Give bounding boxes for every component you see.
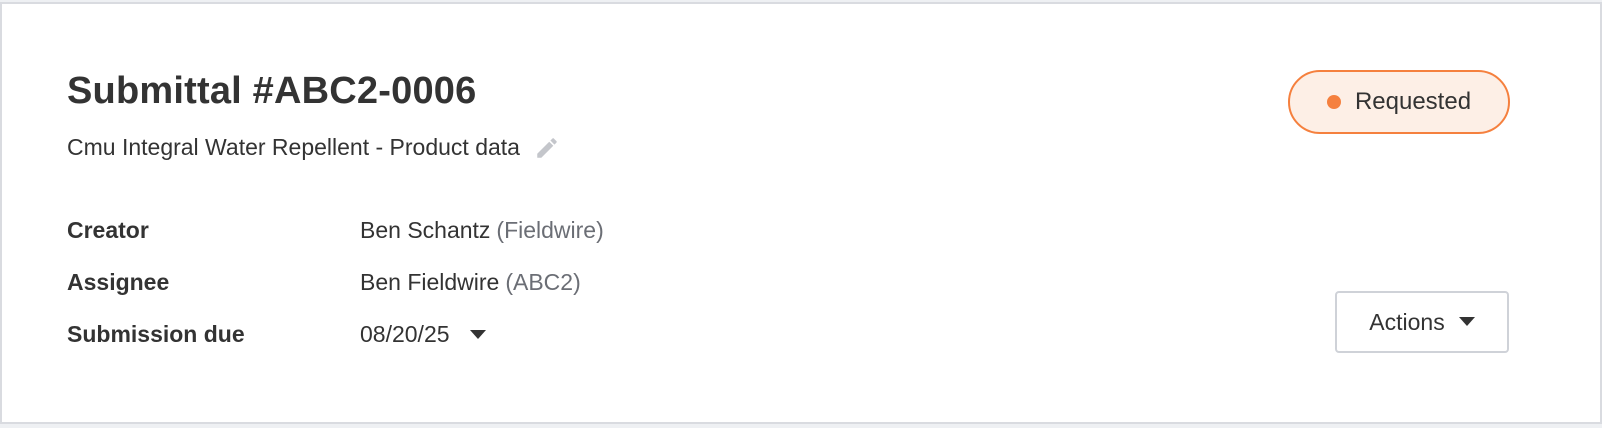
actions-label: Actions <box>1369 308 1445 335</box>
creator-name: Ben Schantz <box>360 217 491 243</box>
submission-due-picker[interactable]: 08/20/25 <box>360 321 486 348</box>
creator-org: (Fieldwire) <box>496 217 604 243</box>
creator-label: Creator <box>67 217 149 243</box>
assignee-org: (ABC2) <box>505 269 581 295</box>
submission-due-value[interactable]: 08/20/25 <box>360 321 450 348</box>
creator-value: Ben Schantz (Fieldwire) <box>360 217 604 244</box>
assignee-name: Ben Fieldwire <box>360 269 500 295</box>
page-title: Submittal #ABC2-0006 <box>67 70 477 112</box>
status-badge[interactable]: Requested <box>1288 70 1510 134</box>
subtitle-row: Cmu Integral Water Repellent - Product d… <box>67 134 560 161</box>
caret-down-icon[interactable] <box>469 329 486 340</box>
submittal-subtitle: Cmu Integral Water Repellent - Product d… <box>67 134 520 160</box>
submission-due-label: Submission due <box>67 321 245 347</box>
submittal-card: Submittal #ABC2-0006 Cmu Integral Water … <box>0 2 1602 424</box>
assignee-label: Assignee <box>67 269 170 295</box>
status-dot-icon <box>1326 95 1341 109</box>
status-label: Requested <box>1354 88 1472 115</box>
pencil-icon[interactable] <box>534 135 560 161</box>
actions-button[interactable]: Actions <box>1335 291 1509 353</box>
assignee-value: Ben Fieldwire (ABC2) <box>360 269 581 296</box>
caret-down-icon <box>1458 317 1475 326</box>
